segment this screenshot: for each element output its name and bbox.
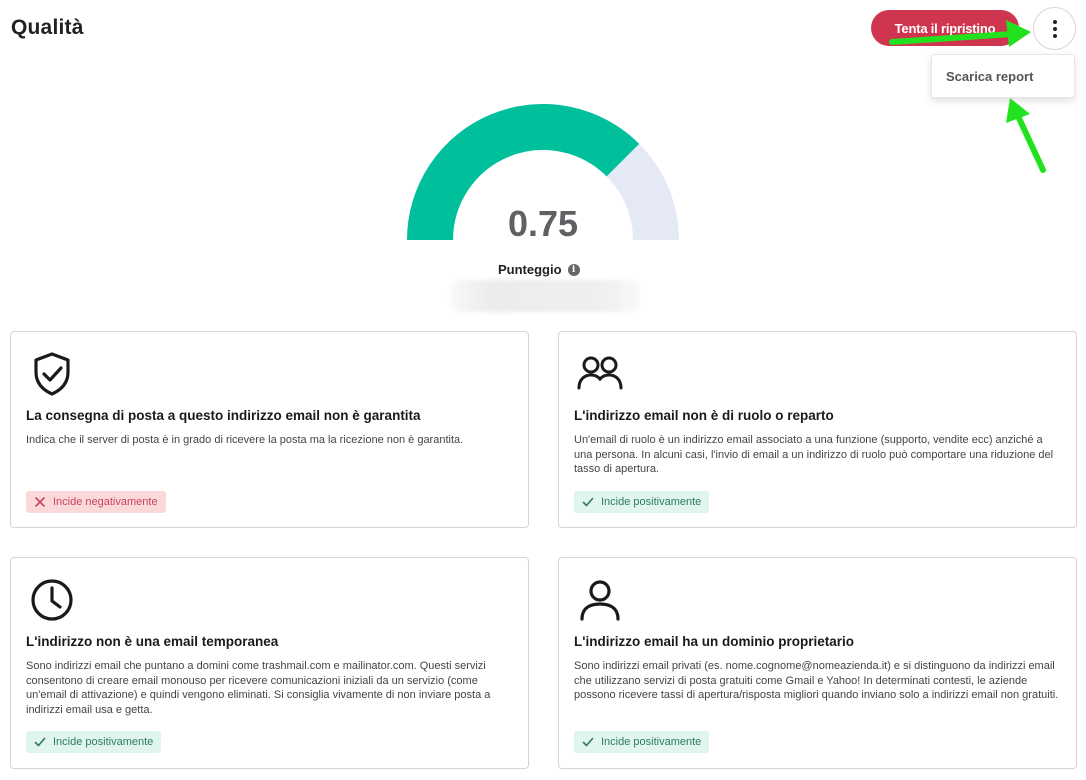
card-title: La consegna di posta a questo indirizzo … (26, 408, 421, 423)
badge-label: Incide negativamente (53, 496, 158, 508)
card-description: Indica che il server di posta è in grado… (26, 434, 464, 446)
score-value: 0.75 (507, 203, 579, 244)
card-description: Sono indirizzi email che puntano a domin… (26, 660, 491, 716)
shield-check-icon (34, 352, 70, 396)
impact-badge-positive: Incide positivamente (26, 731, 162, 753)
annotation-arrow-report (1006, 98, 1046, 173)
card-description: Sono indirizzi email privati (es. nome.c… (574, 660, 1059, 701)
info-icon[interactable]: i (567, 263, 580, 276)
quality-card-role: L'indirizzo email non è di ruolo o repar… (558, 331, 1077, 528)
badge-label: Incide positivamente (601, 496, 702, 508)
badge-label: Incide positivamente (601, 736, 702, 748)
page-title: Qualità (11, 16, 84, 39)
quality-card-temporary: L'indirizzo non è una email temporanea S… (10, 557, 529, 769)
check-icon (582, 737, 594, 747)
clock-icon (31, 579, 73, 621)
more-vertical-icon (1052, 19, 1057, 38)
menu-item-download-report[interactable]: Scarica report (932, 55, 1074, 84)
impact-badge-positive: Incide positivamente (574, 491, 710, 513)
impact-badge-positive: Incide positivamente (574, 731, 710, 753)
quality-card-delivery: La consegna di posta a questo indirizzo … (10, 331, 529, 528)
badge-label: Incide positivamente (53, 736, 154, 748)
users-icon (577, 356, 623, 390)
user-icon (580, 580, 620, 621)
check-icon (582, 497, 594, 507)
blurred-email-address (450, 280, 640, 312)
more-options-button[interactable] (1033, 7, 1076, 50)
check-icon (34, 737, 46, 747)
card-description: Un'email di ruolo è un indirizzo email a… (574, 434, 1054, 475)
retry-button[interactable]: Tenta il ripristino (871, 10, 1019, 46)
card-title: L'indirizzo email non è di ruolo o repar… (574, 408, 834, 423)
score-label-group: Punteggio i (498, 262, 580, 277)
impact-badge-negative: Incide negativamente (26, 491, 166, 513)
quality-card-domain: L'indirizzo email ha un dominio propriet… (558, 557, 1077, 769)
score-label: Punteggio (498, 262, 562, 277)
options-menu: Scarica report (931, 54, 1075, 98)
card-title: L'indirizzo non è una email temporanea (26, 634, 279, 649)
card-title: L'indirizzo email ha un dominio propriet… (574, 634, 854, 649)
x-icon (35, 497, 45, 507)
